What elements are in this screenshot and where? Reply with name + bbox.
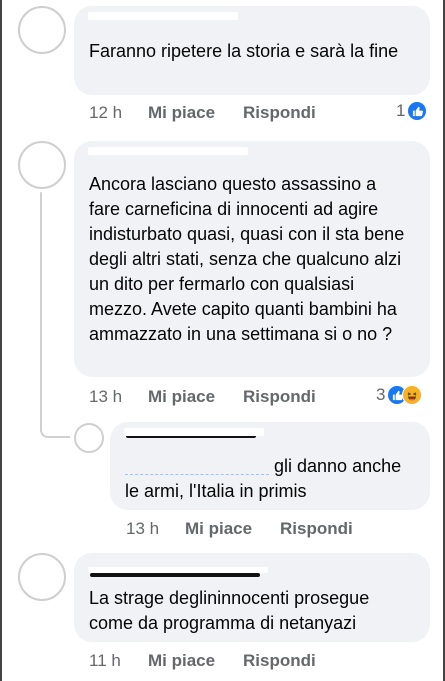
reaction-summary[interactable]: 1 (396, 101, 428, 121)
reply-thread-connector (40, 430, 70, 438)
reply-button[interactable]: Rispondi (243, 387, 316, 407)
comment-bubble: Ancora lasciano questo assassino a fare … (74, 141, 430, 377)
author-name-mask (88, 12, 238, 20)
screenshot-left-edge (0, 0, 2, 681)
author-name-redacted[interactable] (90, 573, 260, 577)
haha-icon (402, 385, 423, 405)
reply-bubble: gli danno anche le armi, l'Italia in pri… (110, 422, 430, 510)
reply-button[interactable]: Rispondi (280, 519, 353, 539)
mentioned-user-link[interactable] (125, 460, 269, 475)
comment-time[interactable]: 13 h (89, 387, 122, 407)
comment-bubble: Faranno ripetere la storia e sarà la fin… (74, 6, 430, 95)
avatar[interactable] (74, 423, 104, 453)
avatar[interactable] (18, 6, 66, 54)
reply-button[interactable]: Rispondi (243, 651, 316, 671)
comment-text: Faranno ripetere la storia e sarà la fin… (89, 41, 399, 61)
comment-time[interactable]: 12 h (89, 103, 122, 123)
avatar[interactable] (18, 553, 66, 601)
reply-button[interactable]: Rispondi (243, 103, 316, 123)
like-button[interactable]: Mi piace (148, 103, 215, 123)
reaction-count: 1 (396, 101, 406, 120)
author-name-mask (88, 147, 248, 155)
comment-time[interactable]: 11 h (89, 651, 121, 671)
author-name-mask (124, 428, 264, 436)
comment-text: La strage deglininnocenti prosegue come … (89, 588, 370, 633)
reaction-count: 3 (376, 385, 386, 404)
like-button[interactable]: Mi piace (148, 651, 215, 671)
avatar[interactable] (18, 141, 66, 189)
reaction-summary[interactable]: 3 (376, 385, 423, 405)
like-icon (407, 101, 428, 121)
reply-thread-line (40, 192, 42, 432)
author-name-mask (88, 567, 268, 573)
like-button[interactable]: Mi piace (148, 387, 215, 407)
comment-text: Ancora lasciano questo assassino a fare … (89, 174, 405, 344)
comment-time[interactable]: 13 h (126, 519, 159, 539)
like-button[interactable]: Mi piace (185, 519, 252, 539)
reply-text: gli danno anche le armi, l'Italia in pri… (125, 456, 402, 501)
comment-bubble: La strage deglininnocenti prosegue come … (74, 553, 430, 642)
